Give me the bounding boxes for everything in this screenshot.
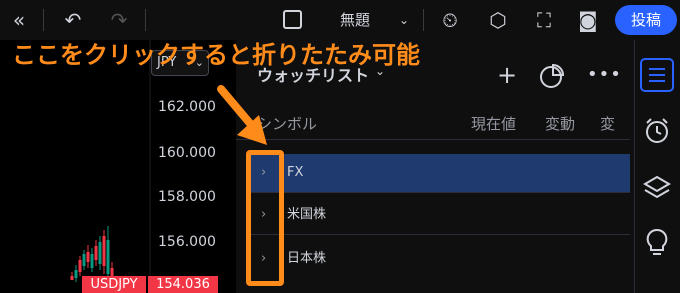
toolbar-divider — [43, 9, 44, 31]
toolbar-divider — [423, 9, 424, 31]
column-header-change-pct[interactable]: 変 — [600, 113, 630, 134]
last-price-badge: 154.036 — [148, 276, 218, 293]
watchlist-icon[interactable] — [640, 58, 674, 92]
candle-body — [70, 276, 74, 280]
candle-body — [98, 242, 102, 264]
candle-body — [90, 254, 94, 268]
price-axis-label: 156.000 — [158, 234, 216, 250]
fullscreen-icon[interactable]: ⛶ — [530, 0, 558, 40]
publish-button[interactable]: 投稿 — [615, 5, 677, 35]
layers-icon[interactable] — [643, 174, 671, 202]
list-item-us-stocks[interactable]: › 米国株 — [247, 196, 630, 234]
redo-icon[interactable]: ↷ — [106, 0, 132, 40]
column-header-change[interactable]: 変動 — [545, 113, 575, 134]
list-item-fx[interactable]: › FX — [247, 154, 630, 192]
layout-square-icon[interactable] — [283, 10, 302, 29]
candle-body — [74, 270, 78, 278]
plus-icon[interactable]: + — [497, 63, 517, 87]
symbol-badge: USDJPY — [82, 276, 146, 293]
candle-body — [102, 236, 106, 266]
alarm-clock-icon[interactable] — [643, 117, 671, 145]
chevron-down-icon[interactable]: ⌄ — [399, 0, 409, 40]
undo-icon[interactable]: ↶ — [60, 0, 86, 40]
row-divider — [247, 192, 630, 193]
candle-body — [106, 240, 110, 274]
header-divider — [236, 139, 630, 140]
more-horizontal-icon[interactable]: ••• — [587, 64, 622, 85]
candle-body — [94, 246, 98, 260]
double-chevron-left-icon[interactable]: « — [4, 0, 34, 40]
toolbar-divider — [145, 9, 146, 31]
camera-icon[interactable]: ◙ — [574, 0, 602, 40]
chart-area[interactable] — [0, 40, 234, 293]
list-item-jp-stocks[interactable]: › 日本株 — [247, 240, 630, 278]
candle-body — [86, 252, 90, 262]
price-chart — [70, 40, 151, 293]
column-header-last[interactable]: 現在値 — [471, 113, 516, 134]
price-axis-label: 158.000 — [158, 189, 216, 205]
alert-clock-icon[interactable]: ⏲ — [437, 0, 463, 40]
row-divider — [247, 234, 630, 235]
top-toolbar: « ↶ ↷ 無題 ⌄ ⏲ ⬡ ⛶ ◙ 投稿 — [0, 0, 680, 40]
group-label: 日本株 — [287, 251, 327, 266]
annotation-text: ここをクリックすると折りたたみ可能 — [12, 41, 420, 69]
lightbulb-icon[interactable] — [645, 228, 669, 258]
hexagon-icon[interactable]: ⬡ — [483, 0, 513, 40]
candle-body — [78, 260, 82, 272]
annotation-arrow-icon — [217, 85, 267, 145]
group-label: 米国株 — [287, 207, 327, 222]
annotation-highlight-box — [246, 150, 284, 286]
chart-title[interactable]: 無題 — [340, 0, 370, 40]
candle-body — [82, 254, 86, 266]
pie-chart-icon[interactable] — [539, 63, 565, 89]
group-label: FX — [287, 165, 304, 180]
